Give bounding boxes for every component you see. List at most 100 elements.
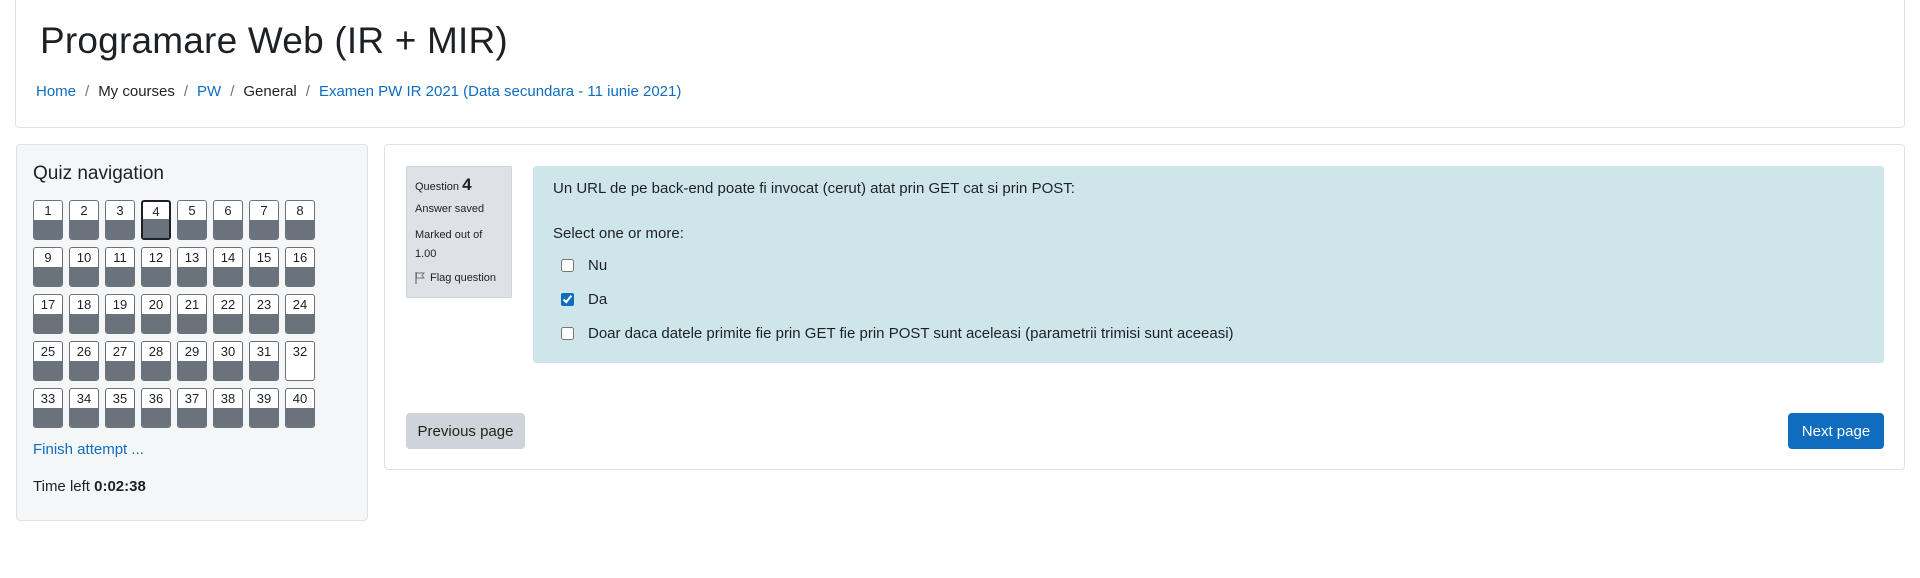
- question-nav-number: 22: [220, 297, 236, 312]
- question-nav-button[interactable]: 20: [141, 294, 171, 334]
- flag-question-button[interactable]: Flag question: [415, 272, 503, 284]
- question-nav-button[interactable]: 29: [177, 341, 207, 381]
- answered-indicator: [178, 361, 206, 380]
- question-nav-button[interactable]: 1: [33, 200, 63, 240]
- question-nav-button[interactable]: 31: [249, 341, 279, 381]
- question-nav-button[interactable]: 2: [69, 200, 99, 240]
- question-nav-button[interactable]: 32: [285, 341, 315, 381]
- question-nav-button[interactable]: 12: [141, 247, 171, 287]
- breadcrumb-section: General: [243, 83, 297, 100]
- question-nav-button[interactable]: 15: [249, 247, 279, 287]
- quiz-navigation-block: Quiz navigation 1 2 3 4 5 6 7 8 9 10 11 12 13 14 15 16 1…: [16, 144, 368, 521]
- question-nav-number: 40: [292, 391, 308, 406]
- answered-indicator: [142, 314, 170, 333]
- answered-indicator: [178, 220, 206, 239]
- next-page-button[interactable]: Next page: [1788, 413, 1884, 449]
- breadcrumb-home[interactable]: Home: [36, 83, 76, 100]
- question-nav-button[interactable]: 22: [213, 294, 243, 334]
- question-nav-button[interactable]: 9: [33, 247, 63, 287]
- question-nav-button[interactable]: 25: [33, 341, 63, 381]
- answer-option[interactable]: Doar daca datele primite fie prin GET fi…: [553, 316, 1864, 350]
- question-nav-button[interactable]: 33: [33, 388, 63, 428]
- question-nav-number: 36: [148, 391, 164, 406]
- question-nav-number: 3: [116, 203, 124, 218]
- question-nav-button[interactable]: 8: [285, 200, 315, 240]
- question-nav-number: 29: [184, 344, 200, 359]
- flag-label: Flag question: [430, 272, 497, 284]
- question-nav-button[interactable]: 34: [69, 388, 99, 428]
- question-nav-button[interactable]: 17: [33, 294, 63, 334]
- timer-value: 0:02:38: [94, 478, 146, 495]
- answer-option[interactable]: Nu: [553, 248, 1864, 282]
- question-nav-button[interactable]: 11: [105, 247, 135, 287]
- previous-page-button[interactable]: Previous page: [406, 413, 525, 449]
- answered-indicator: [214, 361, 242, 380]
- question-nav-number: 20: [148, 297, 164, 312]
- question-nav-number: 24: [292, 297, 308, 312]
- question-nav-number: 38: [220, 391, 236, 406]
- question-nav-button[interactable]: 10: [69, 247, 99, 287]
- question-nav-button[interactable]: 39: [249, 388, 279, 428]
- answered-indicator: [250, 267, 278, 286]
- question-nav-button[interactable]: 19: [105, 294, 135, 334]
- question-nav-button[interactable]: 28: [141, 341, 171, 381]
- finish-attempt-link[interactable]: Finish attempt ...: [33, 441, 144, 458]
- answered-indicator: [70, 314, 98, 333]
- question-nav-button[interactable]: 37: [177, 388, 207, 428]
- question-nav-number: 1: [44, 203, 52, 218]
- answered-indicator: [34, 314, 62, 333]
- breadcrumb-quiz[interactable]: Examen PW IR 2021 (Data secundara - 11 i…: [319, 83, 681, 100]
- question-nav-number: 4: [152, 204, 160, 219]
- question-nav-number: 17: [40, 297, 56, 312]
- question-nav-button[interactable]: 26: [69, 341, 99, 381]
- question-nav-button[interactable]: 13: [177, 247, 207, 287]
- grade-label: Marked out of: [415, 229, 483, 241]
- question-nav-button[interactable]: 35: [105, 388, 135, 428]
- answered-indicator: [143, 219, 169, 238]
- question-nav-button[interactable]: 38: [213, 388, 243, 428]
- breadcrumb: Home / My courses / PW / General / Exame…: [36, 83, 681, 100]
- page-header: Programare Web (IR + MIR) Home / My cour…: [15, 0, 1905, 128]
- question-nav-number: 32: [292, 344, 308, 359]
- question-nav-button[interactable]: 5: [177, 200, 207, 240]
- answered-indicator: [34, 361, 62, 380]
- question-label: Question: [415, 181, 460, 193]
- answered-indicator: [214, 220, 242, 239]
- question-nav-button[interactable]: 18: [69, 294, 99, 334]
- answered-indicator: [34, 267, 62, 286]
- answer-checkbox[interactable]: [561, 258, 574, 272]
- question-nav-button[interactable]: 14: [213, 247, 243, 287]
- answered-indicator: [34, 220, 62, 239]
- answer-label: Da: [588, 290, 608, 308]
- answered-indicator: [286, 408, 314, 427]
- answered-indicator: [70, 220, 98, 239]
- answer-checkbox[interactable]: [561, 292, 574, 306]
- question-nav-number: 26: [76, 344, 92, 359]
- question-nav-button[interactable]: 30: [213, 341, 243, 381]
- answered-indicator: [34, 408, 62, 427]
- answered-indicator: [250, 220, 278, 239]
- question-nav-button[interactable]: 16: [285, 247, 315, 287]
- question-nav-button[interactable]: 4: [141, 200, 171, 240]
- answered-indicator: [250, 314, 278, 333]
- question-nav-number: 28: [148, 344, 164, 359]
- question-nav-number: 16: [292, 250, 308, 265]
- question-nav-button[interactable]: 36: [141, 388, 171, 428]
- timer: Time left 0:02:38: [33, 478, 146, 495]
- question-nav-button[interactable]: 6: [213, 200, 243, 240]
- answered-indicator: [70, 408, 98, 427]
- answered-indicator: [178, 314, 206, 333]
- question-nav-number: 7: [260, 203, 268, 218]
- question-nav-button[interactable]: 7: [249, 200, 279, 240]
- question-nav-button[interactable]: 23: [249, 294, 279, 334]
- answer-checkbox[interactable]: [561, 326, 574, 340]
- question-nav-button[interactable]: 40: [285, 388, 315, 428]
- question-nav-button[interactable]: 24: [285, 294, 315, 334]
- answer-option[interactable]: Da: [553, 282, 1864, 316]
- question-nav-button[interactable]: 21: [177, 294, 207, 334]
- question-nav-button[interactable]: 27: [105, 341, 135, 381]
- question-nav-button[interactable]: 3: [105, 200, 135, 240]
- breadcrumb-course[interactable]: PW: [197, 83, 221, 100]
- question-nav-number: 9: [44, 250, 52, 265]
- answered-indicator: [178, 267, 206, 286]
